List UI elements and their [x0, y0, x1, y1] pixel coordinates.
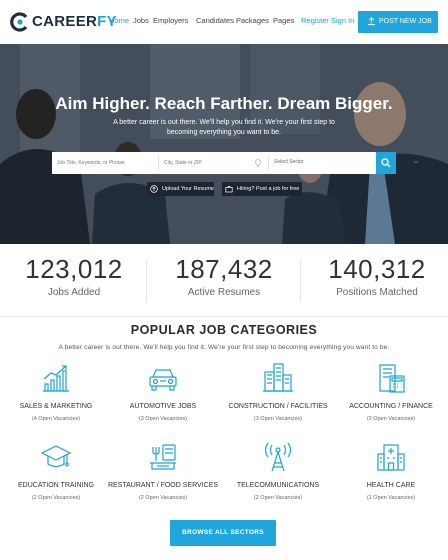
nav-signin[interactable]: Sign In — [331, 16, 354, 25]
category-name: CONSTRUCTION / FACILITIES — [228, 403, 328, 410]
upload-circle-icon — [150, 185, 158, 193]
category-count: (3 Open Vacancies) — [138, 416, 188, 422]
category-sales-marketing[interactable]: SALES & MARKETING (4 Open Vacancies) — [0, 362, 112, 428]
category-count: (3 Open Vacancies) — [253, 416, 303, 422]
search-divider — [158, 156, 159, 170]
stat-label: Active Resumes — [187, 287, 261, 298]
category-name: HEALTH CARE — [366, 482, 416, 489]
nav-packages[interactable]: Packages — [236, 16, 269, 25]
stat-label: Jobs Added — [47, 287, 101, 298]
nav-pages[interactable]: Pages — [273, 16, 294, 25]
antenna-icon — [264, 442, 292, 472]
category-telecommunications[interactable]: TELECOMMUNICATIONS (2 Open Vacancies) — [222, 441, 334, 507]
food-icon — [150, 444, 176, 470]
stat-divider — [300, 260, 301, 302]
stat-value: 123,012 — [25, 254, 123, 284]
car-icon — [149, 369, 177, 391]
hero-title: Aim Higher. Reach Farther. Dream Bigger. — [55, 94, 393, 113]
search-button[interactable] — [376, 152, 396, 174]
nav-register[interactable]: Register — [301, 16, 329, 25]
stat-value: 140,312 — [328, 254, 426, 284]
search-icon — [381, 158, 391, 168]
stat-divider — [146, 260, 147, 302]
stat-label: Positions Matched — [336, 287, 418, 298]
category-construction[interactable]: CONSTRUCTION / FACILITIES (3 Open Vacanc… — [222, 362, 334, 428]
category-restaurant[interactable]: RESTAURANT / FOOD SERVICES (2 Open Vacan… — [107, 441, 219, 507]
top-navbar: CAREERFY Home Jobs Employers Candidates … — [0, 0, 448, 44]
category-count: (4 Open Vacancies) — [31, 416, 81, 422]
upload-resume-button[interactable]: Upload Your Resume — [147, 182, 214, 196]
post-new-job-button[interactable]: POST NEW JOB — [358, 11, 438, 33]
stat-positions-matched: 140,312 Positions Matched — [303, 254, 448, 298]
briefcase-icon — [225, 185, 233, 193]
category-count: (2 Open Vacancies) — [253, 495, 303, 501]
careerfy-logo[interactable]: CAREERFY — [10, 11, 117, 33]
hero-subtitle: A better career is out there. We'll help… — [113, 119, 335, 136]
location-input[interactable] — [164, 158, 254, 168]
upload-icon — [367, 17, 376, 26]
categories-subtitle: A better career is out there. We'll help… — [58, 344, 390, 351]
hero-background-image — [0, 44, 448, 244]
job-search-bar: Select Sector — [52, 152, 419, 174]
stat-active-resumes: 187,432 Active Resumes — [150, 254, 298, 298]
category-automotive[interactable]: AUTOMOTIVE JOBS (3 Open Vacancies) — [107, 362, 219, 428]
section-divider — [0, 316, 448, 317]
nav-jobs[interactable]: Jobs — [133, 16, 149, 25]
sector-select[interactable]: Select Sector — [274, 159, 304, 165]
stat-jobs-added: 123,012 Jobs Added — [0, 254, 148, 298]
calculator-icon — [379, 364, 405, 393]
nav-home[interactable]: Home — [109, 16, 129, 25]
category-name: ACCOUNTING / FINANCE — [349, 403, 433, 410]
category-name: RESTAURANT / FOOD SERVICES — [107, 482, 219, 489]
category-count: (2 Open Vacancies) — [138, 495, 188, 501]
stat-value: 187,432 — [175, 254, 273, 284]
category-health-care[interactable]: HEALTH CARE (1 Open Vacancies) — [335, 441, 447, 507]
logo-text: CAREERFY — [32, 13, 117, 30]
post-job-free-label: Hiring? Post a job for free — [237, 186, 300, 192]
category-count: (1 Open Vacancies) — [366, 495, 416, 501]
chart-icon — [43, 365, 69, 392]
category-count: (2 Open Vacancies) — [366, 416, 416, 422]
location-pin-icon — [255, 159, 261, 167]
category-name: SALES & MARKETING — [19, 403, 93, 410]
browse-all-sectors-button[interactable]: BROWSE ALL SECTORS — [170, 520, 276, 546]
logo-mark-icon — [10, 12, 28, 32]
post-new-job-label: POST NEW JOB — [379, 18, 432, 25]
chevron-down-icon — [413, 160, 419, 164]
categories-title: POPULAR JOB CATEGORIES — [130, 323, 318, 337]
category-education[interactable]: EDUCATION TRAINING (2 Open Vacancies) — [0, 441, 112, 507]
hero-banner: Aim Higher. Reach Farther. Dream Bigger.… — [0, 44, 448, 244]
category-name: AUTOMOTIVE JOBS — [129, 403, 197, 410]
upload-resume-label: Upload Your Resume — [162, 186, 214, 192]
graduation-cap-icon — [40, 445, 72, 468]
category-name: TELECOMMUNICATIONS — [236, 482, 320, 489]
category-accounting[interactable]: ACCOUNTING / FINANCE (2 Open Vacancies) — [335, 362, 447, 428]
post-job-free-button[interactable]: Hiring? Post a job for free — [222, 182, 302, 196]
nav-candidates[interactable]: Candidates — [196, 16, 234, 25]
hospital-icon — [377, 444, 405, 471]
search-divider — [268, 156, 269, 170]
building-icon — [263, 363, 293, 392]
nav-employers[interactable]: Employers — [153, 16, 188, 25]
keywords-input[interactable] — [57, 158, 157, 168]
category-count: (2 Open Vacancies) — [31, 495, 81, 501]
category-name: EDUCATION TRAINING — [18, 482, 94, 489]
